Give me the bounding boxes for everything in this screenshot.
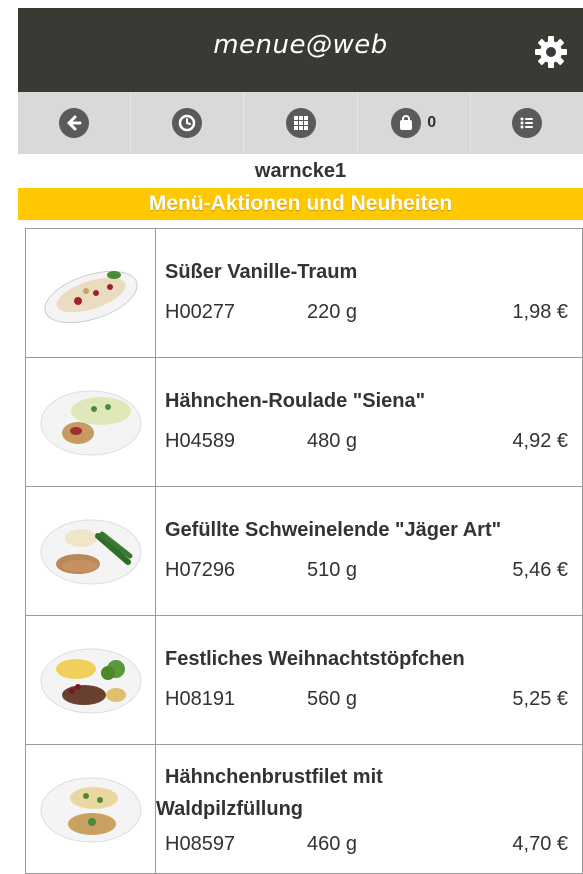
product-image (26, 229, 156, 357)
product-name: Gefüllte Schweinelende "Jäger Art" (165, 519, 502, 541)
shopping-bag-icon (391, 108, 422, 138)
product-code: H04589 (165, 430, 236, 452)
product-image (26, 487, 156, 615)
product-name: Hähnchen-Roulade "Siena" (165, 390, 426, 412)
product-code: H08597 (165, 833, 236, 855)
list-icon (511, 108, 542, 138)
list-item[interactable]: Hähnchen-Roulade "Siena" H04589 480 g 4,… (26, 358, 582, 487)
list-item[interactable]: Hähnchenbrustfilet mit Waldpilzfüllung H0… (26, 745, 582, 874)
product-code: H07296 (165, 559, 236, 581)
user-name: warncke1 (254, 160, 347, 182)
grid-icon (285, 108, 316, 138)
product-weight: 220 g (307, 301, 358, 323)
product-name-line-2: Waldpilzfüllung (156, 798, 304, 820)
list-item[interactable]: Festliches Weihnachtstöpfchen H08191 560… (26, 616, 582, 745)
product-info: Hähnchenbrustfilet mit Waldpilzfüllung H0… (156, 745, 582, 873)
product-info: Süßer Vanille-Traum H00277 220 g 1,98 € (156, 229, 582, 357)
product-price: 1,98 € (512, 301, 568, 323)
promo-banner[interactable]: Menü-Aktionen und Neuheiten (18, 188, 583, 220)
product-weight: 510 g (307, 559, 358, 581)
product-image (26, 358, 156, 486)
product-image (26, 616, 156, 744)
product-image (26, 745, 156, 873)
product-weight: 460 g (307, 833, 358, 855)
product-code: H08191 (165, 688, 236, 710)
product-info: Gefüllte Schweinelende "Jäger Art" H0729… (156, 487, 582, 615)
product-price: 4,70 € (512, 833, 568, 855)
app-title: menue@web (213, 30, 388, 60)
catalog-button[interactable] (244, 92, 358, 154)
list-item[interactable]: Gefüllte Schweinelende "Jäger Art" H0729… (26, 487, 582, 616)
product-price: 5,46 € (512, 559, 568, 581)
back-button[interactable] (18, 92, 132, 154)
product-name-line-1: Hähnchenbrustfilet mit (165, 766, 383, 788)
menu-list-button[interactable] (471, 92, 583, 154)
nav-bar: 0 (18, 92, 583, 154)
product-name: Hähnchenbrustfilet mit Waldpilzfüllung (156, 761, 456, 825)
history-button[interactable] (131, 92, 245, 154)
clock-icon (172, 108, 203, 138)
product-price: 4,92 € (512, 430, 568, 452)
product-code: H00277 (165, 301, 236, 323)
list-item[interactable]: Süßer Vanille-Traum H00277 220 g 1,98 € (26, 229, 582, 358)
cart-count-badge: 0 (427, 114, 437, 131)
back-arrow-icon (59, 108, 90, 138)
product-weight: 480 g (307, 430, 358, 452)
app-header: menue@web (18, 8, 583, 92)
product-name: Süßer Vanille-Traum (165, 261, 358, 283)
product-list: Süßer Vanille-Traum H00277 220 g 1,98 € … (25, 228, 583, 874)
gear-icon[interactable] (533, 34, 569, 70)
product-price: 5,25 € (512, 688, 568, 710)
product-name: Festliches Weihnachtstöpfchen (165, 648, 465, 670)
product-info: Hähnchen-Roulade "Siena" H04589 480 g 4,… (156, 358, 582, 486)
product-info: Festliches Weihnachtstöpfchen H08191 560… (156, 616, 582, 744)
product-weight: 560 g (307, 688, 358, 710)
cart-button[interactable]: 0 (358, 92, 471, 154)
